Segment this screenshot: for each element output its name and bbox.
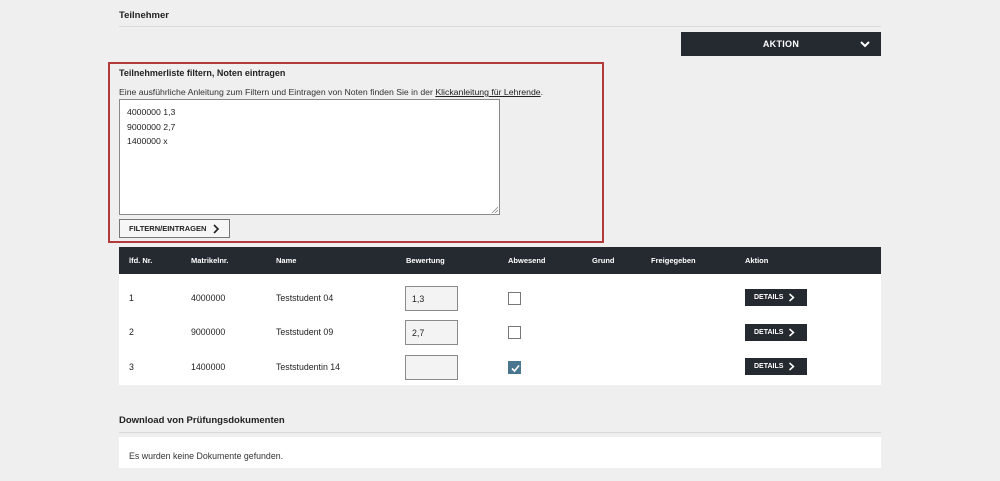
- row-3-absent-checkbox[interactable]: [508, 361, 521, 374]
- row-3-details-label: DETAILS: [754, 363, 784, 370]
- row-3-matrikelnr: 1400000: [191, 362, 226, 372]
- row-2-absent-checkbox[interactable]: [508, 326, 521, 339]
- row-1-details-label: DETAILS: [754, 294, 784, 301]
- row-1-matrikelnr: 4000000: [191, 293, 226, 303]
- row-2-matrikelnr: 9000000: [191, 327, 226, 337]
- filter-description-text: Eine ausführliche Anleitung zum Filtern …: [119, 87, 436, 97]
- filter-panel-title: Teilnehmerliste filtern, Noten eintragen: [119, 68, 286, 78]
- header-freigegeben: Freigegeben: [651, 256, 696, 265]
- chevron-right-icon: [789, 293, 796, 302]
- instructions-link[interactable]: Klickanleitung für Lehrende: [435, 87, 540, 97]
- row-3-grade-input[interactable]: [405, 355, 458, 380]
- header-abwesend: Abwesend: [508, 256, 546, 265]
- row-1-details-button[interactable]: DETAILS: [745, 289, 807, 306]
- row-1-name: Teststudent 04: [276, 293, 334, 303]
- header-grund: Grund: [592, 256, 615, 265]
- row-3-name: Teststudentin 14: [276, 362, 341, 372]
- filter-submit-button[interactable]: FILTERN/EINTRAGEN: [119, 219, 230, 238]
- aktion-dropdown-button[interactable]: AKTION: [681, 32, 881, 56]
- aktion-dropdown-label: AKTION: [762, 39, 800, 49]
- row-1-absent-checkbox[interactable]: [508, 292, 521, 305]
- header-aktion: Aktion: [745, 256, 769, 265]
- header-lfd-nr: lfd. Nr.: [129, 256, 153, 265]
- resize-grip-icon[interactable]: [491, 206, 498, 213]
- header-name: Name: [276, 256, 297, 265]
- chevron-right-icon: [213, 223, 220, 234]
- checkmark-icon: [511, 364, 520, 373]
- row-3-nr: 3: [129, 362, 134, 372]
- header-matrikelnr: Matrikelnr.: [191, 256, 229, 265]
- section-divider: [119, 432, 881, 433]
- chevron-down-icon: [860, 41, 870, 48]
- section-divider: [119, 26, 881, 27]
- section-title-teilnehmer: Teilnehmer: [119, 10, 169, 21]
- row-2-grade-input[interactable]: [405, 320, 458, 345]
- row-2-details-label: DETAILS: [754, 329, 784, 336]
- downloads-empty-message: Es wurden keine Dokumente gefunden.: [129, 451, 284, 461]
- header-bewertung: Bewertung: [406, 256, 445, 265]
- section-title-downloads: Download von Prüfungsdokumenten: [119, 415, 285, 426]
- row-2-details-button[interactable]: DETAILS: [745, 324, 807, 341]
- chevron-right-icon: [789, 328, 796, 337]
- row-2-nr: 2: [129, 327, 134, 337]
- row-1-nr: 1: [129, 293, 134, 303]
- matrikel-grades-textarea[interactable]: [119, 99, 500, 215]
- filter-panel-description: Eine ausführliche Anleitung zum Filtern …: [119, 87, 543, 97]
- chevron-right-icon: [789, 362, 796, 371]
- filter-submit-label: FILTERN/EINTRAGEN: [129, 224, 207, 233]
- row-1-grade-input[interactable]: [405, 286, 458, 311]
- row-3-details-button[interactable]: DETAILS: [745, 358, 807, 375]
- filter-description-suffix: .: [540, 87, 544, 97]
- row-2-name: Teststudent 09: [276, 327, 334, 337]
